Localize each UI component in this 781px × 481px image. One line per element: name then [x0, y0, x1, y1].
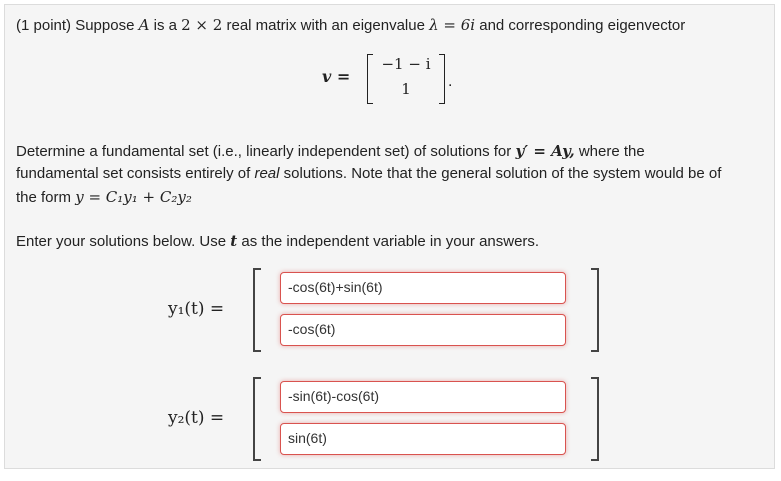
determine-line1: Determine a fundamental set (i.e., linea…: [16, 141, 645, 162]
eigenvalue: λ = 6i: [429, 16, 476, 34]
determine-text-d: solutions. Note that the general solutio…: [283, 165, 722, 182]
determine-line3: the form y = C₁y₁ + C₂y₂: [16, 187, 192, 208]
matrix-size: 2 × 2: [181, 16, 223, 34]
intro-text: Suppose: [75, 17, 135, 34]
problem-statement-line1: (1 point) Suppose A is a 2 × 2 real matr…: [16, 15, 685, 36]
points-label: (1 point): [16, 17, 72, 34]
matrix-variable: A: [138, 16, 150, 34]
y2-top-input[interactable]: -sin(6t)-cos(6t): [280, 381, 566, 413]
determine-text-e: the form: [16, 189, 72, 206]
real-matrix-text: real matrix with an eigenvalue: [226, 17, 425, 34]
eigenvector-bottom-entry: 1: [401, 80, 411, 98]
is-a-text: is a: [153, 17, 177, 34]
y1-left-bracket: [253, 268, 261, 352]
y1-bottom-input[interactable]: -cos(6t): [280, 314, 566, 346]
real-emphasis: real: [254, 165, 280, 182]
problem-card: (1 point) Suppose A is a 2 × 2 real matr…: [4, 4, 775, 469]
y2-left-bracket: [253, 377, 261, 461]
instructions-text-b: as the independent variable in your answ…: [241, 233, 540, 250]
ode-expression: y′ = Ay,: [515, 142, 575, 160]
determine-line2: fundamental set consists entirely of rea…: [16, 164, 721, 184]
general-solution-expression: y = C₁y₁ + C₂y₂: [75, 188, 192, 206]
y1-right-bracket: [591, 268, 599, 352]
independent-variable: t: [230, 232, 238, 250]
eigenvector-matrix: −1 − i 1: [367, 54, 445, 106]
corresponding-text: and corresponding eigenvector: [479, 17, 686, 34]
eigenvector-top-entry: −1 − i: [381, 55, 431, 73]
y2-right-bracket: [591, 377, 599, 461]
eigenvector-label: v =: [322, 67, 351, 86]
y1-label: y₁(t) =: [168, 299, 225, 319]
y1-vector: -cos(6t)+sin(6t) -cos(6t): [253, 268, 599, 352]
instructions-text-a: Enter your solutions below. Use: [16, 233, 227, 250]
y2-bottom-input[interactable]: sin(6t): [280, 423, 566, 455]
determine-text-a: Determine a fundamental set (i.e., linea…: [16, 143, 512, 160]
y2-label: y₂(t) =: [168, 408, 225, 428]
instructions-line: Enter your solutions below. Use t as the…: [16, 231, 539, 252]
y2-vector: -sin(6t)-cos(6t) sin(6t): [253, 377, 599, 461]
determine-text-c: fundamental set consists entirely of: [16, 165, 251, 182]
determine-text-b: where the: [578, 143, 645, 160]
eigenvector-right-bracket: [439, 54, 445, 104]
eigenvector-period: .: [448, 73, 453, 90]
eigenvector-left-bracket: [367, 54, 373, 104]
y1-top-input[interactable]: -cos(6t)+sin(6t): [280, 272, 566, 304]
